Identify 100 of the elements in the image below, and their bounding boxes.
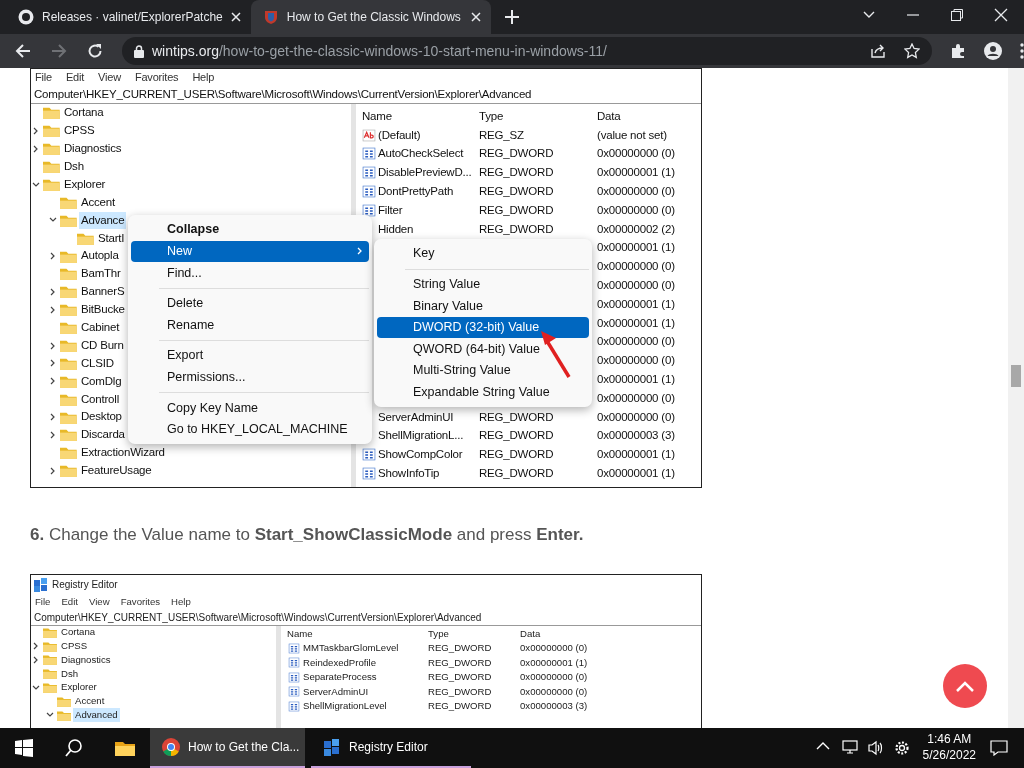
restore-icon[interactable]: [950, 8, 964, 22]
chevron-icon[interactable]: [49, 466, 57, 475]
tree-item[interactable]: Explorer: [59, 680, 99, 695]
tree-item[interactable]: Autopla: [79, 247, 121, 265]
tree-item[interactable]: Explorer: [62, 175, 108, 194]
value-name[interactable]: (Default): [378, 126, 421, 144]
value-name[interactable]: ReindexedProfile: [303, 655, 377, 670]
menu-item[interactable]: Copy Key Name: [131, 397, 369, 419]
value-name[interactable]: DontPrettyPath: [378, 182, 454, 201]
scroll-to-top-button[interactable]: [943, 664, 987, 708]
menu-item[interactable]: Rename: [131, 314, 369, 336]
address-bar[interactable]: wintips.org/how-to-get-the-classic-windows-10-start-menu-in-windows-11/: [122, 37, 932, 65]
chevron-icon[interactable]: [32, 683, 40, 692]
menu-bar-item[interactable]: Help: [171, 594, 191, 610]
close-icon[interactable]: [230, 12, 241, 22]
network-icon[interactable]: [841, 740, 858, 756]
value-name[interactable]: DisablePreviewD...: [378, 164, 472, 182]
menu-item[interactable]: Collapse: [131, 219, 369, 241]
menu-item[interactable]: New: [131, 240, 369, 263]
chevron-icon[interactable]: [32, 180, 40, 189]
chevron-icon[interactable]: [49, 377, 57, 386]
tree-item[interactable]: ComDlg: [79, 372, 124, 390]
browser-tab[interactable]: How to Get the Classic Windows: [250, 0, 491, 34]
menu-item[interactable]: String Value: [377, 273, 589, 296]
tree-item[interactable]: Cortana: [62, 104, 106, 122]
tree-item[interactable]: BannerS: [79, 283, 127, 301]
address-path[interactable]: Computer\HKEY_CURRENT_USER\Software\Microsoft\Windows\CurrentVersion\Explorer\Advanced: [31, 609, 701, 626]
menu-bar-item[interactable]: View: [89, 594, 110, 610]
menu-bar-item[interactable]: Edit: [65, 69, 85, 86]
value-name[interactable]: Filter: [378, 201, 403, 219]
menu-item[interactable]: Delete: [131, 292, 369, 315]
chevron-icon[interactable]: [49, 430, 57, 439]
chevron-icon[interactable]: [32, 144, 40, 153]
more-menu-icon[interactable]: [1020, 43, 1024, 59]
share-icon[interactable]: [870, 43, 886, 59]
chevron-icon[interactable]: [32, 642, 40, 651]
menu-item[interactable]: Go to HKEY_LOCAL_MACHINE: [131, 418, 369, 441]
close-icon[interactable]: [994, 8, 1008, 22]
folder-icon[interactable]: [115, 739, 135, 757]
back-arrow-icon[interactable]: [14, 42, 32, 60]
value-name[interactable]: MMTaskbarGlomLevel: [303, 641, 399, 656]
speaker-icon[interactable]: [867, 740, 884, 756]
value-name[interactable]: ShellMigrationL...: [378, 427, 464, 445]
tree-item[interactable]: Dsh: [59, 666, 81, 681]
reload-icon[interactable]: [86, 42, 104, 60]
tree-item[interactable]: Advance: [79, 211, 127, 229]
menu-item[interactable]: Multi-String Value: [377, 359, 589, 382]
tree-item[interactable]: CLSID: [79, 354, 116, 373]
tree-item[interactable]: Accent: [73, 694, 107, 709]
value-name[interactable]: Hidden: [378, 220, 414, 238]
clock[interactable]: 1:46 AM 5/26/2022: [922, 732, 976, 764]
value-name[interactable]: ShowInfoTip: [378, 464, 440, 483]
tree-item[interactable]: Diagnostics: [62, 140, 124, 158]
value-name[interactable]: ShowCompColor: [378, 446, 463, 464]
profile-icon[interactable]: [984, 42, 1002, 60]
tree-item[interactable]: Dsh: [62, 158, 86, 176]
menu-bar-item[interactable]: Favorites: [134, 69, 179, 86]
chevron-icon[interactable]: [49, 359, 57, 368]
notification-icon[interactable]: [990, 740, 1008, 756]
taskbar-app-button[interactable]: Registry Editor: [311, 728, 471, 768]
menu-item[interactable]: Permissions...: [131, 366, 369, 389]
tree-item[interactable]: CPSS: [62, 122, 97, 140]
tree-item[interactable]: Accent: [79, 193, 117, 211]
menu-item[interactable]: Expandable String Value: [377, 381, 589, 404]
chevron-icon[interactable]: [32, 656, 40, 664]
tree-item[interactable]: CD Burn: [79, 336, 126, 355]
tree-item[interactable]: CPSS: [59, 639, 90, 654]
tree-item[interactable]: Controll: [79, 390, 122, 408]
menu-item[interactable]: Key: [377, 243, 589, 265]
chevron-icon[interactable]: [32, 126, 40, 135]
tree-item[interactable]: ExtractionWizard: [79, 444, 167, 462]
menu-bar-item[interactable]: File: [35, 594, 51, 610]
value-name[interactable]: ServerAdminUI: [303, 684, 369, 699]
chevron-icon[interactable]: [49, 287, 57, 296]
tree-item[interactable]: Cortana: [59, 625, 98, 640]
scrollbar-thumb[interactable]: [1011, 365, 1021, 387]
browser-tab[interactable]: Releases · valinet/ExplorerPatche: [6, 0, 251, 34]
plus-icon[interactable]: [504, 10, 519, 24]
close-icon[interactable]: [470, 12, 481, 22]
value-name[interactable]: ShellMigrationLevel: [303, 699, 387, 714]
menu-item[interactable]: Find...: [131, 262, 369, 284]
menu-bar-item[interactable]: Favorites: [120, 594, 161, 610]
chevron-icon[interactable]: [49, 305, 57, 314]
tree-item[interactable]: BamThr: [79, 265, 123, 283]
menu-bar-item[interactable]: View: [98, 69, 121, 86]
taskbar-app-button[interactable]: How to Get the Cla...: [150, 728, 305, 768]
value-name[interactable]: SeparateProcess: [303, 670, 377, 685]
menu-bar-item[interactable]: File: [35, 69, 52, 86]
tree-item[interactable]: Advanced: [73, 708, 120, 723]
star-icon[interactable]: [904, 43, 920, 59]
value-name[interactable]: AutoCheckSelect: [378, 145, 464, 163]
menu-item[interactable]: DWORD (32-bit) Value: [377, 316, 589, 339]
search-icon[interactable]: [65, 739, 85, 757]
value-name[interactable]: ServerAdminUI: [378, 408, 454, 426]
tree-item[interactable]: StartI: [96, 229, 127, 247]
address-path[interactable]: Computer\HKEY_CURRENT_USER\Software\Microsoft\Windows\CurrentVersion\Explorer\Advanced: [31, 86, 701, 104]
gear-icon[interactable]: [893, 740, 910, 756]
tree-item[interactable]: FeatureUsage: [79, 462, 154, 480]
tree-item[interactable]: Desktop: [79, 408, 124, 426]
puzzle-piece-icon[interactable]: [950, 43, 966, 59]
